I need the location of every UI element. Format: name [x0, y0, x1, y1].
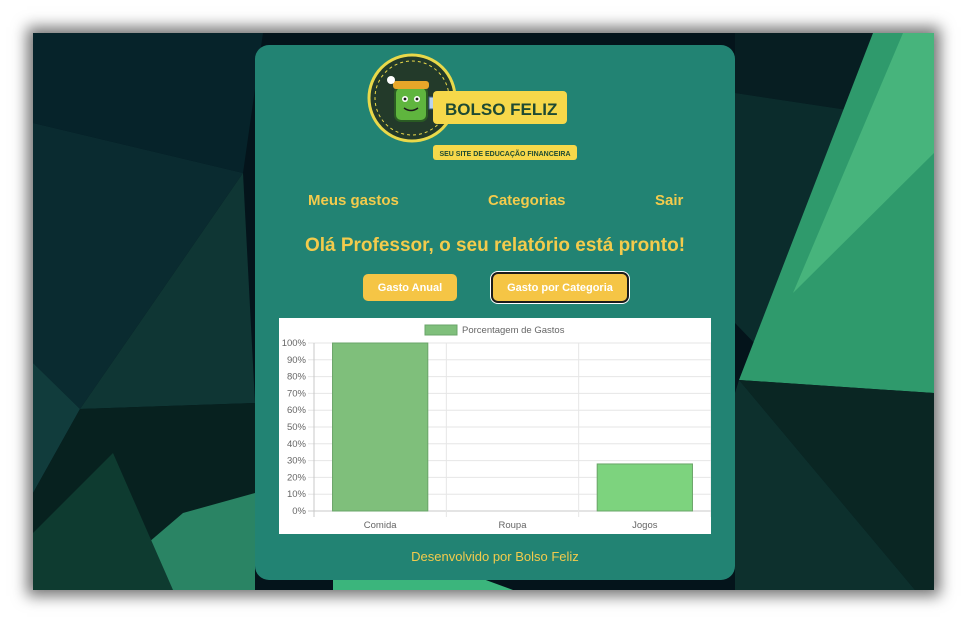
- legend-swatch: [424, 324, 458, 336]
- x-tick-label: Comida: [364, 520, 397, 531]
- nav-categorias[interactable]: Categorias: [488, 192, 566, 209]
- nav-sair[interactable]: Sair: [655, 192, 683, 209]
- nav-meus-gastos[interactable]: Meus gastos: [308, 192, 399, 209]
- x-tick-label: Roupa: [499, 520, 528, 531]
- y-tick-label: 80%: [287, 372, 307, 383]
- x-tick-label: Jogos: [632, 520, 658, 531]
- main-nav: Meus gastos Categorias Sair: [255, 192, 735, 212]
- footer-text: Desenvolvido por Bolso Feliz: [411, 549, 579, 564]
- y-tick-label: 100%: [282, 338, 307, 349]
- y-tick-label: 60%: [287, 405, 307, 416]
- gasto-por-categoria-button[interactable]: Gasto por Categoria: [491, 272, 629, 303]
- y-tick-label: 50%: [287, 422, 307, 433]
- y-tick-label: 0%: [292, 506, 306, 517]
- page-title: Olá Professor, o seu relatório está pron…: [304, 235, 686, 256]
- gasto-anual-button[interactable]: Gasto Anual: [363, 274, 457, 301]
- y-tick-label: 20%: [287, 472, 307, 483]
- y-tick-label: 40%: [287, 439, 307, 450]
- y-tick-label: 90%: [287, 355, 307, 366]
- report-card: BOLSO FELIZ SEU SITE DE EDUCAÇÃO FINANCE…: [255, 45, 735, 580]
- x-axis-ticks: Comida Roupa Jogos: [364, 520, 658, 531]
- app-window: BOLSO FELIZ SEU SITE DE EDUCAÇÃO FINANCE…: [33, 33, 934, 590]
- legend-label: Porcentagem de Gastos: [462, 325, 565, 336]
- category-bar-chart: 0% 10% 20% 30% 40% 50% 60% 70% 80% 90% 100% Comida…: [282, 324, 712, 531]
- y-tick-label: 30%: [287, 456, 307, 467]
- logo-tagline: SEU SITE DE EDUCAÇÃO FINANCEIRA: [439, 149, 570, 158]
- chart-legend[interactable]: Porcentagem de Gastos: [424, 324, 565, 336]
- logo-brand-text: BOLSO FELIZ: [445, 100, 557, 119]
- bar-comida[interactable]: [332, 342, 429, 512]
- chart-panel: 0% 10% 20% 30% 40% 50% 60% 70% 80% 90% 100% Comida…: [279, 318, 712, 534]
- y-axis-ticks: 0% 10% 20% 30% 40% 50% 60% 70% 80% 90% 100%: [282, 338, 307, 517]
- y-tick-label: 70%: [287, 388, 307, 399]
- bar-jogos[interactable]: [596, 463, 693, 512]
- bolso-feliz-logo: BOLSO FELIZ SEU SITE DE EDUCAÇÃO FINANCE…: [367, 53, 577, 160]
- y-tick-label: 10%: [287, 489, 307, 500]
